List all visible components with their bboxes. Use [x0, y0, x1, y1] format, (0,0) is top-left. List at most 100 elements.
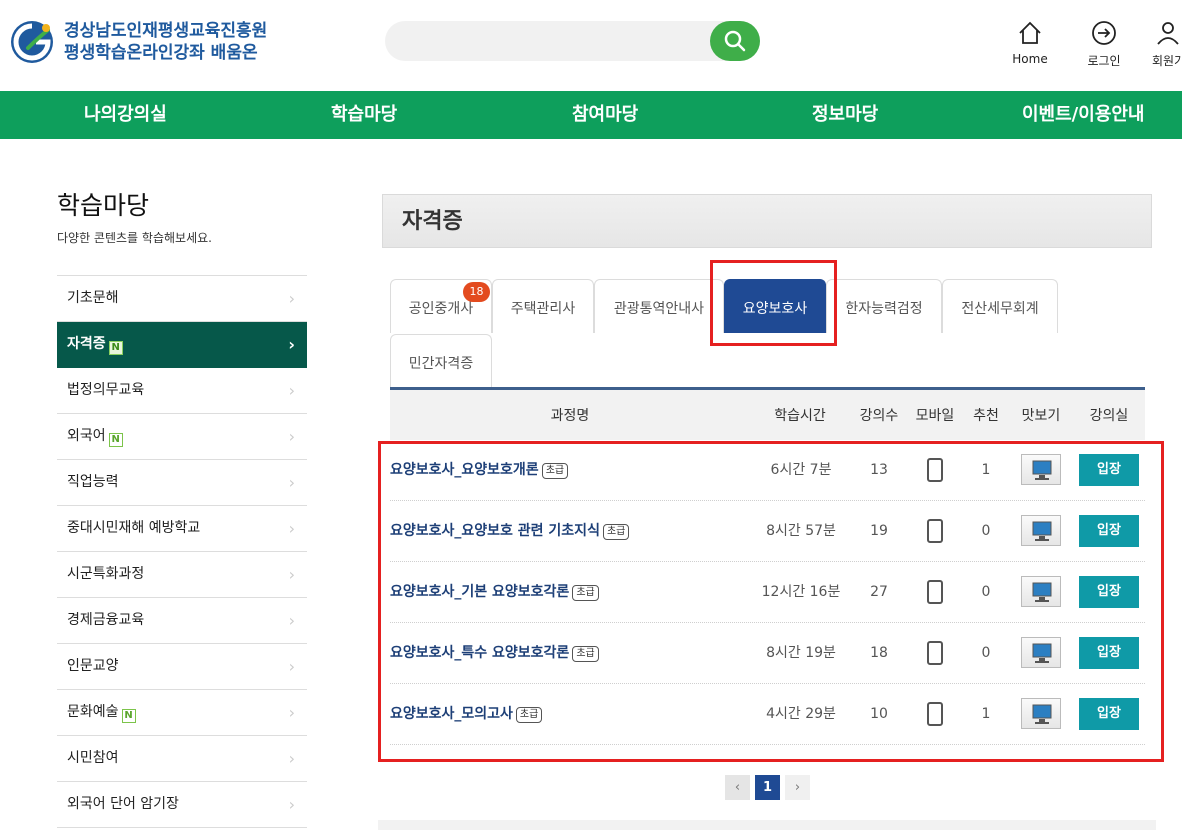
- course-name: 요양보호사_요양보호개론: [390, 462, 539, 478]
- sidebar-item-label: 시군특화과정: [67, 566, 145, 582]
- sidebar-item-label: 외국어: [67, 428, 106, 444]
- home-link[interactable]: Home: [1008, 20, 1052, 66]
- pager-next-button[interactable]: ›: [785, 775, 810, 800]
- search-bar[interactable]: [385, 21, 760, 61]
- study-time: 8시간 57분: [766, 523, 836, 539]
- signup-label: 회원가입: [1152, 54, 1182, 68]
- table-row: 요양보호사_기본 요양보호각론 초급 12시간 16분 27 0 입장: [390, 562, 1145, 623]
- study-time: 6시간 7분: [770, 462, 832, 478]
- site-logo-text[interactable]: 경상남도인재평생교육진흥원 평생학습온라인강좌 배움온: [64, 20, 267, 64]
- tab-tour-guide[interactable]: 관광통역안내사: [594, 279, 724, 333]
- study-time: 4시간 29분: [766, 706, 836, 722]
- sidebar-item-civic-participation[interactable]: 시민참여 ›: [57, 736, 307, 782]
- nav-my-classroom[interactable]: 나의강의실: [84, 91, 167, 139]
- chevron-right-icon: ›: [288, 565, 295, 584]
- new-badge: N: [121, 709, 136, 723]
- sidebar-item-basic-literacy[interactable]: 기초문해 ›: [57, 276, 307, 322]
- recommend-count: 1: [981, 706, 991, 722]
- enter-button[interactable]: 입장: [1079, 637, 1139, 669]
- column-classroom: 강의실: [1089, 408, 1129, 424]
- tab-private-certificate[interactable]: 민간자격증: [390, 334, 492, 388]
- sidebar-item-vocabulary-notebook[interactable]: 외국어 단어 암기장 ›: [57, 782, 307, 828]
- sidebar-item-label: 기초문해: [67, 290, 119, 306]
- preview-button[interactable]: [1021, 515, 1061, 546]
- course-name-link[interactable]: 요양보호사_요양보호 관련 기초지식 초급: [390, 501, 630, 561]
- logo-icon[interactable]: [8, 18, 56, 66]
- study-time: 8시간 19분: [766, 645, 836, 661]
- mobile-phone-icon: [927, 519, 943, 543]
- course-table-header: 과정명 학습시간 강의수 모바일 추천 맛보기 강의실: [390, 387, 1145, 440]
- tab-computerized-accounting[interactable]: 전산세무회계: [942, 279, 1058, 333]
- sidebar-item-finance-education[interactable]: 경제금융교육 ›: [57, 598, 307, 644]
- home-label: Home: [1012, 52, 1048, 66]
- level-badge: 초급: [572, 585, 599, 601]
- user-icon: [1157, 22, 1179, 45]
- course-name-link[interactable]: 요양보호사_기본 요양보호각론 초급: [390, 562, 599, 622]
- recommend-count: 1: [981, 462, 991, 478]
- course-name: 요양보호사_특수 요양보호각론: [390, 645, 570, 661]
- logo-line-2: 평생학습온라인강좌 배움온: [64, 43, 258, 63]
- recommend-count: 0: [981, 523, 991, 539]
- content-header: 자격증: [382, 194, 1152, 248]
- chevron-right-icon: ›: [288, 381, 295, 400]
- sidebar-item-label: 법정의무교육: [67, 382, 145, 398]
- sidebar-item-legal-education[interactable]: 법정의무교육 ›: [57, 368, 307, 414]
- sidebar-item-humanities[interactable]: 인문교양 ›: [57, 644, 307, 690]
- pager-page-current[interactable]: 1: [755, 775, 780, 800]
- enter-button[interactable]: 입장: [1079, 515, 1139, 547]
- search-button[interactable]: [710, 21, 760, 61]
- tab-care-worker[interactable]: 요양보호사: [724, 279, 826, 333]
- course-name-link[interactable]: 요양보호사_모의고사 초급: [390, 684, 543, 744]
- monitor-icon: [1032, 582, 1052, 602]
- sidebar-item-regional-special[interactable]: 시군특화과정 ›: [57, 552, 307, 598]
- nav-event-guide[interactable]: 이벤트/이용안내: [1022, 91, 1145, 139]
- preview-button[interactable]: [1021, 576, 1061, 607]
- nav-learning[interactable]: 학습마당: [331, 91, 397, 139]
- sidebar-item-culture-art[interactable]: 문화예술 N ›: [57, 690, 307, 736]
- column-study-time: 학습시간: [774, 408, 826, 424]
- bottom-strip: [378, 820, 1156, 830]
- sidebar-item-label: 자격증: [67, 336, 106, 352]
- tab-housing-manager[interactable]: 주택관리사: [492, 279, 594, 333]
- lecture-count: 18: [870, 645, 888, 661]
- column-recommend: 추천: [973, 408, 999, 424]
- mobile-phone-icon: [927, 458, 943, 482]
- level-badge: 초급: [541, 463, 569, 479]
- header: 경상남도인재평생교육진흥원 평생학습온라인강좌 배움온 Home 로그인 회원가…: [0, 0, 1182, 91]
- enter-button[interactable]: 입장: [1079, 454, 1139, 486]
- new-badge: N: [108, 341, 123, 355]
- chevron-right-icon: ›: [288, 703, 295, 722]
- chevron-right-icon: ›: [288, 519, 295, 538]
- recommend-count: 0: [981, 645, 991, 661]
- nav-participation[interactable]: 참여마당: [572, 91, 638, 139]
- signup-link[interactable]: 회원가입: [1152, 20, 1182, 69]
- sidebar-item-certificate[interactable]: 자격증 N ›: [57, 322, 307, 368]
- nav-information[interactable]: 정보마당: [812, 91, 878, 139]
- level-badge: 초급: [602, 524, 630, 540]
- course-name: 요양보호사_요양보호 관련 기초지식: [390, 523, 600, 539]
- course-name-link[interactable]: 요양보호사_요양보호개론 초급: [390, 440, 569, 500]
- preview-button[interactable]: [1021, 637, 1061, 668]
- preview-button[interactable]: [1021, 698, 1061, 729]
- search-icon: [724, 30, 746, 52]
- login-link[interactable]: 로그인: [1082, 20, 1126, 69]
- chevron-right-icon: ›: [288, 289, 295, 308]
- sidebar-item-foreign-language[interactable]: 외국어 N ›: [57, 414, 307, 460]
- enter-button[interactable]: 입장: [1079, 576, 1139, 608]
- enter-button[interactable]: 입장: [1079, 698, 1139, 730]
- sidebar-item-disaster-prevention[interactable]: 중대시민재해 예방학교 ›: [57, 506, 307, 552]
- tab-hanja-test[interactable]: 한자능력검정: [826, 279, 942, 333]
- lecture-count: 27: [870, 584, 888, 600]
- sidebar-item-label: 외국어 단어 암기장: [67, 796, 179, 812]
- logo-line-1: 경상남도인재평생교육진흥원: [64, 21, 268, 41]
- lecture-count: 10: [870, 706, 888, 722]
- table-row: 요양보호사_요양보호 관련 기초지식 초급 8시간 57분 19 0 입장: [390, 501, 1145, 562]
- monitor-icon: [1032, 643, 1052, 663]
- pager-prev-button[interactable]: ‹: [725, 775, 750, 800]
- column-course-name: 과정명: [550, 408, 590, 424]
- preview-button[interactable]: [1021, 454, 1061, 485]
- course-name-link[interactable]: 요양보호사_특수 요양보호각론 초급: [390, 623, 599, 683]
- sidebar-item-job-skills[interactable]: 직업능력 ›: [57, 460, 307, 506]
- table-row: 요양보호사_요양보호개론 초급 6시간 7분 13 1 입장: [390, 440, 1145, 501]
- sidebar-title: 학습마당: [57, 191, 150, 220]
